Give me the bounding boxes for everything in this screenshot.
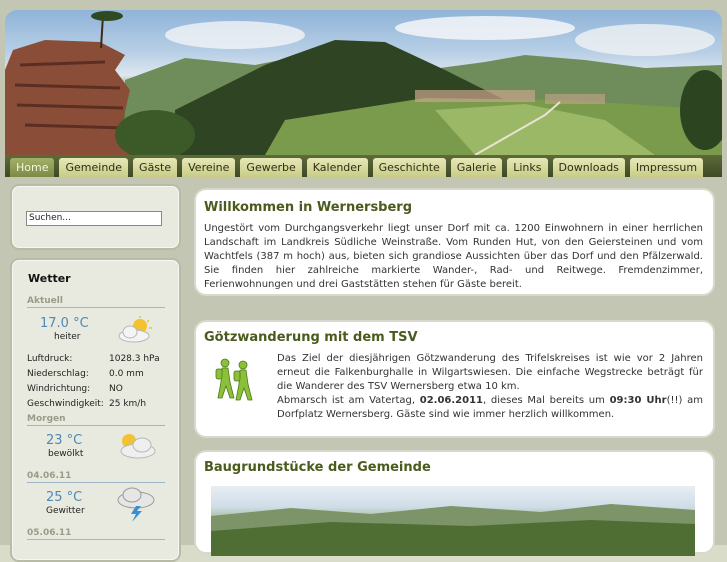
search-input[interactable]: Suchen... [26,211,162,226]
article-text: Ungestört vom Durchgangsverkehr liegt un… [204,223,703,290]
nav-item-impressum[interactable]: Impressum [629,158,704,177]
article-text: Das Ziel der diesjährigen Götzwanderung … [277,353,703,392]
weather-forecast-temp: 23 °C [46,433,83,448]
page-frame: Home Gemeinde Gäste Vereine Gewerbe Kalender G… [0,0,727,562]
article-title: Götzwanderung mit dem TSV [204,330,418,345]
article-goetzwanderung: Götzwanderung mit dem TSV Das Ziel der d… [196,322,713,436]
weather-forecast-label: 05.06.11 [27,528,165,540]
article-baugrundstuecke: Baugrundstücke der Gemeinde [196,452,713,556]
nav-item-geschichte[interactable]: Geschichte [372,158,446,177]
weather-forecast-temp: 25 °C [46,490,83,505]
weather-panel: Wetter Aktuell 17.0 °C heiter Luftdruck:… [10,258,181,562]
weather-forecast-label: 04.06.11 [27,471,165,483]
weather-forecast-label: Morgen [27,414,165,426]
sun-cloud-icon [118,316,152,343]
weather-forecast-desc: bewölkt [48,449,84,459]
cloudy-sun-icon [120,434,156,459]
search-panel: Suchen... [10,184,181,250]
nav-item-kalender[interactable]: Kalender [306,158,368,177]
nav-item-home[interactable]: Home [10,158,55,177]
weather-current-desc: heiter [54,332,81,342]
weather-detail-row: Niederschlag: 0.0 mm [27,369,144,379]
article-text-date: Abmarsch ist am Vatertag, 02.06.2011, di… [277,395,703,420]
weather-detail-row: Windrichtung: NO [27,384,123,394]
weather-current-temp: 17.0 °C [40,316,89,331]
weather-title: Wetter [28,272,71,285]
nav-item-vereine[interactable]: Vereine [182,158,236,177]
article-welcome: Willkommen in Wernersberg Ungestört vom … [196,190,713,294]
thunderstorm-icon [117,487,155,522]
weather-detail-row: Geschwindigkeit: 25 km/h [27,399,147,409]
nav-item-links[interactable]: Links [507,158,548,177]
nav-item-gewerbe[interactable]: Gewerbe [240,158,302,177]
article-title: Willkommen in Wernersberg [204,200,413,215]
hikers-icon [215,358,253,401]
header-banner-image [5,10,722,155]
article-title: Baugrundstücke der Gemeinde [204,460,431,475]
nav-item-downloads[interactable]: Downloads [552,158,625,177]
weather-current-label: Aktuell [27,296,165,308]
weather-forecast-desc: Gewitter [46,506,85,516]
nav-item-gäste[interactable]: Gäste [133,158,178,177]
main-nav: Home Gemeinde Gäste Vereine Gewerbe Kalender G… [5,155,722,177]
nav-item-gemeinde[interactable]: Gemeinde [59,158,129,177]
landscape-photo [211,486,695,556]
weather-detail-row: Luftdruck: 1028.3 hPa [27,354,160,364]
nav-item-galerie[interactable]: Galerie [450,158,503,177]
